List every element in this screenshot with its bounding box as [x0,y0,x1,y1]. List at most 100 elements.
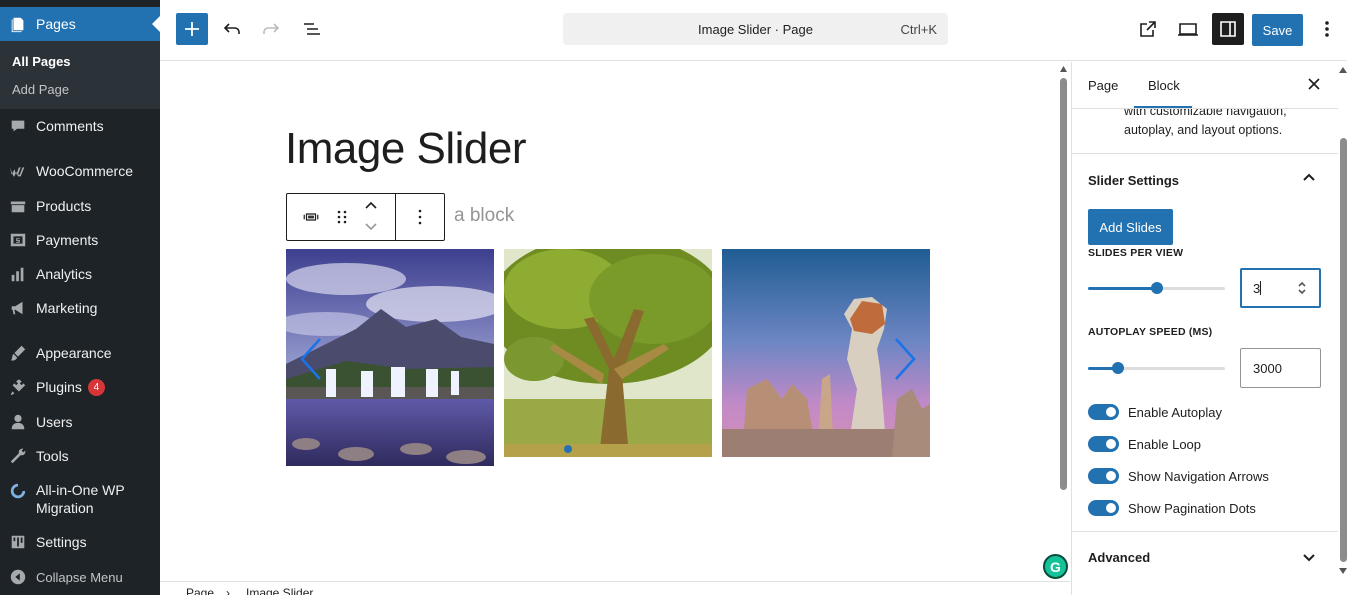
move-down-button[interactable] [359,216,383,238]
menu-label: Comments [36,118,104,134]
advanced-panel-toggle[interactable] [1301,549,1317,565]
chevron-down-icon [1303,554,1315,562]
toggle-label: Enable Autoplay [1128,404,1222,420]
toggle-switch[interactable] [1088,404,1119,420]
menu-label: Settings [36,534,87,550]
slider-next-arrow[interactable] [892,337,918,386]
slider-thumb[interactable] [1112,362,1125,374]
slides-per-view-input[interactable]: 3 [1240,268,1321,308]
editor-canvas: Image Slider a block [160,62,1056,581]
analytics-icon [0,265,36,283]
page-title[interactable]: Image Slider [285,124,527,174]
products-icon [0,197,36,215]
move-up-button[interactable] [359,194,383,216]
menu-label: Payments [36,232,99,248]
add-slides-button[interactable]: Add Slides [1088,209,1173,245]
settings-sidebar-toggle[interactable] [1212,13,1244,45]
close-icon [1308,78,1320,90]
block-placeholder-text[interactable]: a block [454,205,514,227]
collapse-icon [0,568,36,586]
command-palette-bar[interactable]: Image Slider · Page Ctrl+K [563,13,948,45]
breadcrumb-root[interactable]: Page [186,586,214,595]
slides-per-view-slider[interactable] [1088,282,1225,294]
scroll-up-arrow-icon [1060,66,1067,72]
submenu-add-page[interactable]: Add Page [12,82,69,97]
pages-icon [0,15,36,33]
toggle-label: Show Navigation Arrows [1128,468,1269,484]
slider-prev-arrow[interactable] [298,337,324,386]
menu-item-users[interactable]: Users [0,405,160,439]
slide-tree[interactable] [504,249,712,457]
scroll-up-arrow-icon [1339,67,1347,73]
submenu-all-pages[interactable]: All Pages [12,54,71,69]
menu-item-all-in-one-migration[interactable]: All-in-One WP Migration [0,481,160,519]
sidebar-scrollbar[interactable] [1338,62,1347,595]
grammarly-icon[interactable]: G [1043,554,1068,579]
menu-item-payments[interactable]: Payments [0,223,160,257]
settings-icon [0,533,36,551]
plugin-icon [0,378,36,396]
menu-item-plugins[interactable]: Plugins 4 [0,370,160,404]
pagination-dot-active[interactable] [564,445,572,453]
options-menu-button[interactable] [1311,13,1343,45]
close-sidebar-button[interactable] [1305,75,1323,93]
menu-item-products[interactable]: Products [0,189,160,223]
save-button[interactable]: Save [1252,14,1303,46]
command-shortcut: Ctrl+K [900,21,937,37]
block-options-button[interactable] [405,194,435,240]
advanced-panel-title[interactable]: Advanced [1088,550,1150,565]
toggle-switch[interactable] [1088,500,1119,516]
plus-icon [185,22,199,36]
slider-settings-title[interactable]: Slider Settings [1088,173,1179,188]
menu-label: Plugins [36,379,82,395]
document-overview-button[interactable] [296,13,328,45]
sidebar-scroll-thumb[interactable] [1340,138,1347,562]
menu-item-woocommerce[interactable]: WooCommerce [0,154,160,188]
menu-item-settings[interactable]: Settings [0,525,160,559]
menu-item-analytics[interactable]: Analytics [0,257,160,291]
slider-block-icon [303,213,319,221]
number-spinner[interactable] [1297,280,1307,296]
menu-label: Products [36,198,92,214]
drag-handle[interactable] [331,194,353,240]
autoplay-speed-slider[interactable] [1088,362,1225,374]
undo-button[interactable] [216,13,248,45]
chevron-up-icon [365,201,377,209]
menu-label: Tools [36,448,69,464]
pages-submenu: All Pages Add Page [0,41,160,109]
canvas-scroll-thumb[interactable] [1060,78,1067,490]
menu-label: Appearance [36,345,112,361]
input-value: 3000 [1253,360,1282,376]
toggle-enable-loop[interactable]: Enable Loop [1088,435,1201,453]
toggle-enable-autoplay[interactable]: Enable Autoplay [1088,403,1222,421]
sidebar-header-border [1072,108,1347,109]
toggle-switch[interactable] [1088,468,1119,484]
menu-item-pages[interactable]: Pages [0,7,160,41]
redo-icon [263,23,280,34]
tab-page[interactable]: Page [1088,78,1118,93]
canvas-scrollbar[interactable] [1056,62,1071,581]
drag-handle-icon [337,210,347,224]
autoplay-speed-input[interactable]: 3000 [1240,348,1321,388]
toggle-show-pagination-dots[interactable]: Show Pagination Dots [1088,499,1256,517]
toggle-switch[interactable] [1088,436,1119,452]
menu-label: Pages [36,16,76,32]
view-page-button[interactable] [1132,13,1164,45]
breadcrumb-current[interactable]: Image Slider [246,586,313,595]
slider-thumb[interactable] [1150,282,1163,294]
redo-button[interactable] [255,13,287,45]
block-inserter-button[interactable] [176,13,208,45]
menu-item-marketing[interactable]: Marketing [0,291,160,325]
device-preview-button[interactable] [1172,13,1204,45]
vertical-ellipsis-icon [1325,21,1329,37]
toggle-show-navigation-arrows[interactable]: Show Navigation Arrows [1088,467,1269,485]
tab-block[interactable]: Block [1148,78,1180,93]
block-type-button[interactable] [291,194,331,240]
settings-sidebar: with customizable navigation, autoplay, … [1071,62,1347,595]
menu-item-comments[interactable]: Comments [0,109,160,143]
toggle-label: Show Pagination Dots [1128,500,1256,516]
collapse-menu-button[interactable]: Collapse Menu [0,560,160,594]
menu-item-appearance[interactable]: Appearance [0,336,160,370]
menu-item-tools[interactable]: Tools [0,439,160,473]
slider-settings-toggle[interactable] [1301,170,1317,186]
